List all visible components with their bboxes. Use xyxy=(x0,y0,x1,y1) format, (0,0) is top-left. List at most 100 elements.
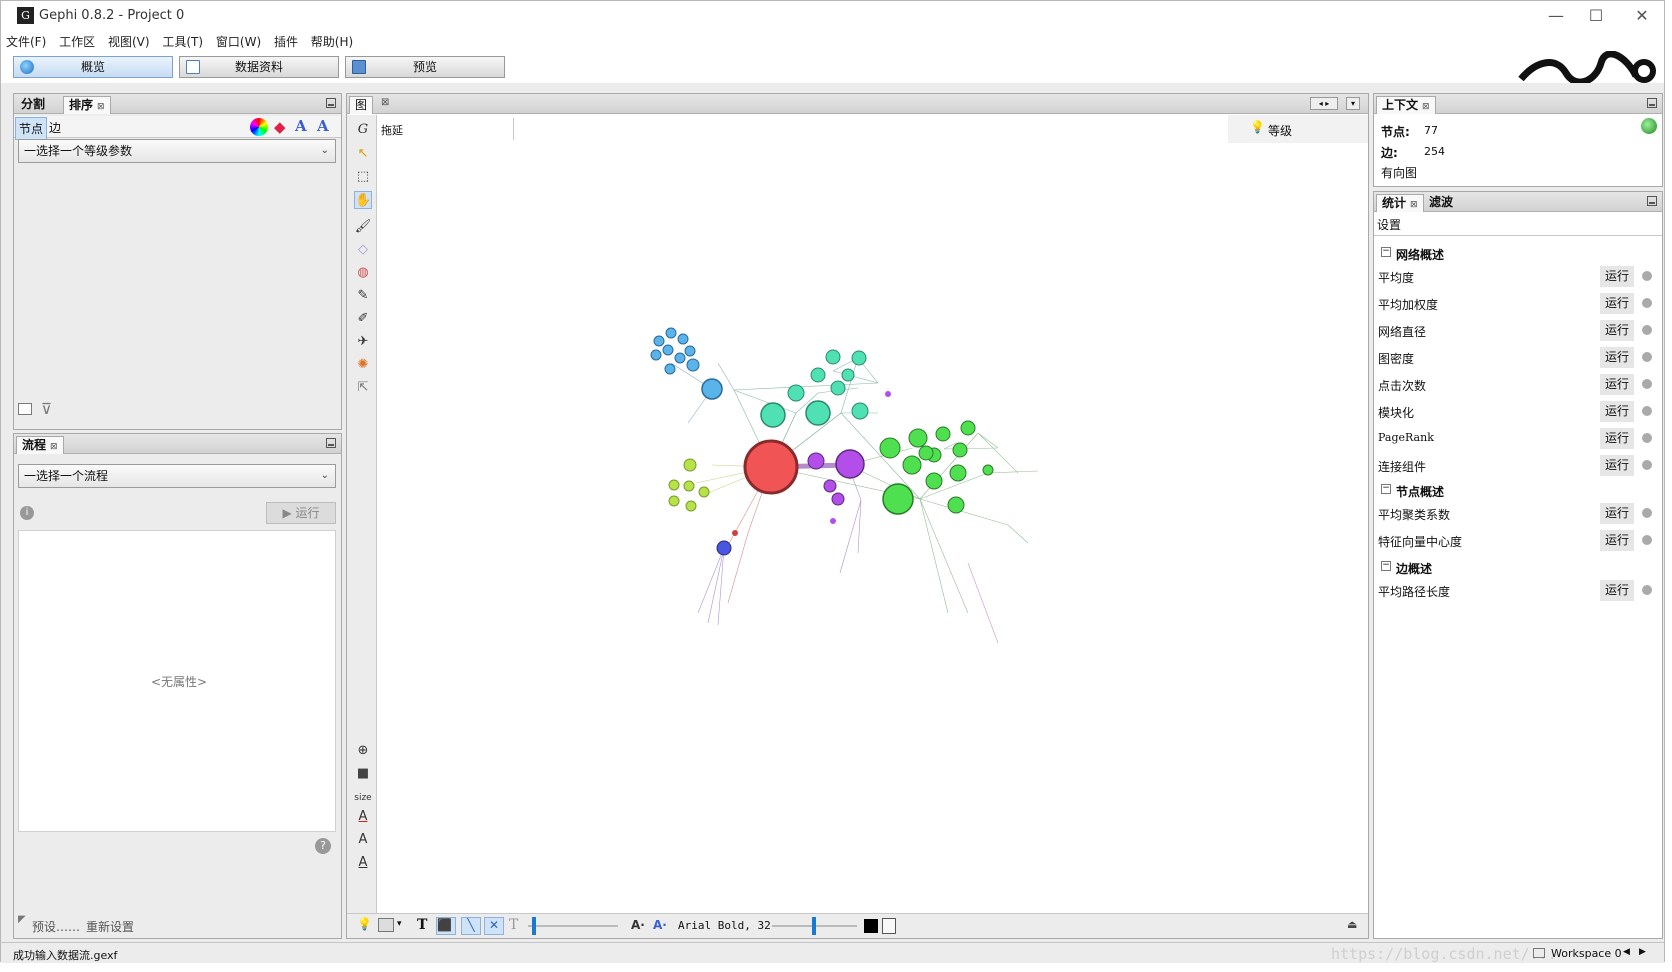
section-network-overview[interactable]: − 网络概述 xyxy=(1374,243,1662,263)
run-flow-button[interactable]: ▶ 运行 xyxy=(266,502,336,524)
graph-node[interactable] xyxy=(823,479,837,493)
color-wheel-icon[interactable] xyxy=(250,118,268,136)
graph-node[interactable] xyxy=(902,455,922,475)
graph-node[interactable] xyxy=(701,378,723,400)
rank-toggle[interactable]: 💡 等级 xyxy=(1228,115,1368,143)
label-size-icon[interactable]: A xyxy=(317,117,329,135)
graph-node[interactable] xyxy=(716,540,732,556)
minimize-panel-button[interactable] xyxy=(1647,196,1657,206)
run-button[interactable]: 运行 xyxy=(1600,580,1634,601)
info-icon[interactable] xyxy=(1642,433,1652,443)
expand-lock-icon[interactable]: ⏏ xyxy=(1347,918,1357,931)
minimize-panel-button[interactable] xyxy=(326,98,336,108)
graph-canvas[interactable] xyxy=(378,143,1368,908)
minimize-panel-button[interactable] xyxy=(326,438,336,448)
help-icon[interactable]: ? xyxy=(315,838,331,854)
menu-view[interactable]: 视图(V) xyxy=(103,31,154,50)
preview-tab[interactable]: 预览 xyxy=(345,56,505,78)
graph-node[interactable] xyxy=(686,358,700,372)
info-icon[interactable] xyxy=(1642,508,1652,518)
font-color-icon[interactable]: A xyxy=(354,808,372,826)
info-icon[interactable] xyxy=(1642,352,1652,362)
graph-node[interactable] xyxy=(841,368,855,382)
close-icon[interactable]: ⊠ xyxy=(50,442,58,452)
graph-node[interactable] xyxy=(831,492,845,506)
tab-statistics[interactable]: 统计 ⊠ xyxy=(1376,194,1424,212)
tab-flow[interactable]: 流程 ⊠ xyxy=(16,436,64,454)
size-diamond-tool-icon[interactable]: ◇ xyxy=(354,241,372,259)
font-size-icon[interactable]: A xyxy=(354,831,372,849)
close-icon[interactable]: ⊠ xyxy=(97,102,105,112)
screenshot-icon[interactable] xyxy=(378,918,394,932)
font-color-icon[interactable]: A· xyxy=(653,918,667,932)
graph-node[interactable] xyxy=(851,350,867,366)
label-color-swatch[interactable] xyxy=(864,919,878,933)
table-view-icon[interactable] xyxy=(18,403,32,415)
label-color-icon[interactable]: A xyxy=(295,117,307,135)
graph-node[interactable] xyxy=(960,420,976,436)
graph-node[interactable] xyxy=(830,380,846,396)
flow-select[interactable]: 一选择一个流程 ⌄ xyxy=(18,464,336,488)
text-settings-icon[interactable] xyxy=(882,918,896,934)
graph-node[interactable] xyxy=(918,445,934,461)
graph-node[interactable] xyxy=(810,367,826,383)
run-button[interactable]: 运行 xyxy=(1600,530,1634,551)
graph-node[interactable] xyxy=(908,428,928,448)
font-style-icon[interactable]: A xyxy=(354,854,372,872)
shortest-path-icon[interactable]: ✈ xyxy=(354,333,372,351)
graph-node[interactable] xyxy=(807,452,825,470)
menu-plugins[interactable]: 插件 xyxy=(269,31,302,50)
graph-node[interactable] xyxy=(732,530,738,536)
edge-labels-toggle-icon[interactable]: T xyxy=(509,917,518,933)
tab-graph[interactable]: 图 xyxy=(349,96,374,114)
info-icon[interactable] xyxy=(1642,406,1652,416)
graph-node[interactable] xyxy=(787,384,805,402)
graph-node[interactable] xyxy=(664,363,676,375)
info-icon[interactable] xyxy=(1642,325,1652,335)
close-icon[interactable]: ⊠ xyxy=(1422,102,1430,112)
run-button[interactable]: 运行 xyxy=(1600,401,1634,422)
collapse-icon[interactable]: − xyxy=(1381,484,1391,494)
overview-tab[interactable]: 概览 xyxy=(13,56,173,78)
graph-node[interactable] xyxy=(665,327,677,339)
graph-node[interactable] xyxy=(650,349,662,361)
graph-node[interactable] xyxy=(677,333,689,345)
workspace-next-icon[interactable]: ▶ xyxy=(1639,947,1646,957)
graph-node[interactable] xyxy=(698,486,710,498)
info-icon[interactable] xyxy=(1642,379,1652,389)
collapse-icon[interactable]: − xyxy=(1381,561,1391,571)
brush-icon[interactable]: 🖌 xyxy=(354,218,372,236)
graph-node[interactable] xyxy=(674,352,686,364)
font-size-slider[interactable] xyxy=(772,917,857,935)
minimize-button[interactable]: — xyxy=(1541,5,1571,27)
nodes-subtab[interactable]: 节点 xyxy=(15,117,48,140)
edge-color-icon[interactable]: ✕ xyxy=(484,917,504,935)
info-icon[interactable]: i xyxy=(20,506,34,520)
close-button[interactable]: ✕ xyxy=(1627,5,1657,27)
settings-button[interactable]: 设置 xyxy=(1377,216,1401,233)
ranking-parameter-select[interactable]: 一选择一个等级参数 ⌄ xyxy=(18,139,336,163)
rectangle-select-icon[interactable]: ⬚ xyxy=(354,168,372,186)
background-color-icon[interactable]: ■ xyxy=(354,765,372,783)
close-icon[interactable]: ⊠ xyxy=(381,97,389,108)
reset-button[interactable]: 重新设置 xyxy=(86,918,134,935)
run-button[interactable]: 运行 xyxy=(1600,347,1634,368)
edge-scale-slider[interactable] xyxy=(528,917,618,935)
section-edge-overview[interactable]: − 边概述 xyxy=(1374,557,1662,577)
info-icon[interactable] xyxy=(1642,460,1652,470)
heatmap-icon[interactable]: ◍ xyxy=(354,264,372,282)
graph-node[interactable] xyxy=(830,518,836,524)
workspace-label[interactable]: Workspace 0 xyxy=(1551,947,1622,960)
tab-context[interactable]: 上下文 ⊠ xyxy=(1376,96,1436,114)
minimize-panel-button[interactable] xyxy=(1647,98,1657,108)
edge-toggle-icon[interactable]: ╲ xyxy=(461,917,481,935)
graph-node[interactable] xyxy=(935,426,951,442)
collapse-icon[interactable]: − xyxy=(1381,247,1391,257)
size-label[interactable]: size xyxy=(354,789,372,807)
workspace-prev-icon[interactable]: ◀ xyxy=(1623,947,1630,957)
slider-thumb[interactable] xyxy=(532,917,536,935)
menu-file[interactable]: 文件(F) xyxy=(1,31,50,50)
menu-tools[interactable]: 工具(T) xyxy=(157,31,207,50)
node-settings-icon[interactable]: ✺ xyxy=(354,356,372,374)
edge-pencil-icon[interactable]: ✐ xyxy=(354,310,372,328)
